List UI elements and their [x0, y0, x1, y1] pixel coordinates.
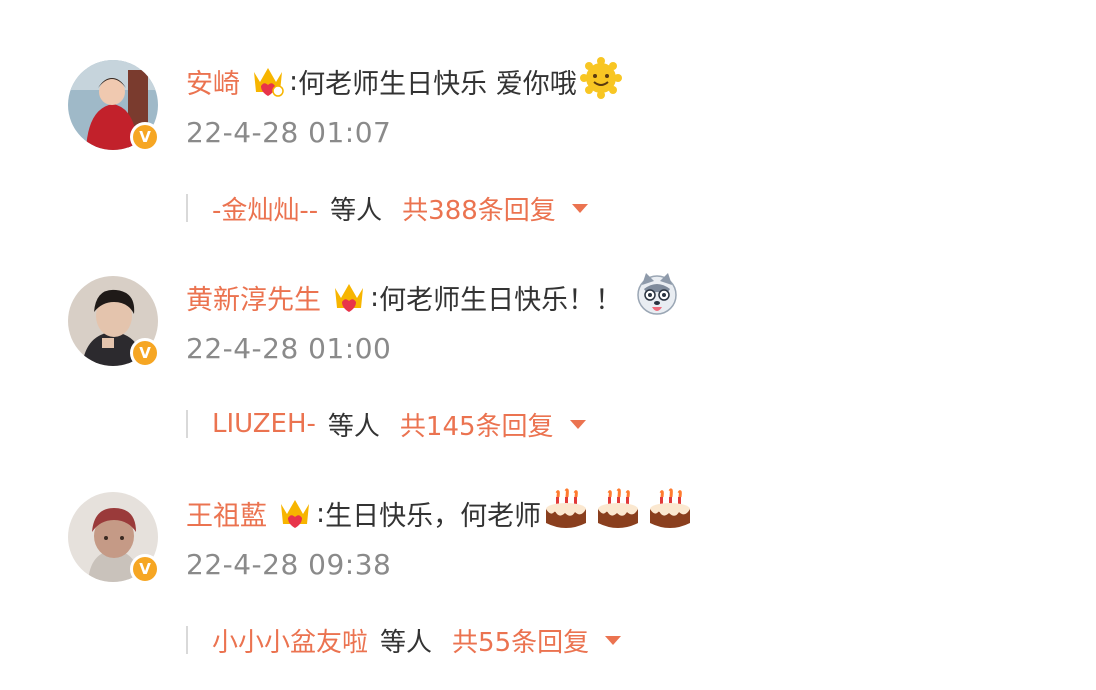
- comment-colon: :: [316, 497, 326, 529]
- reply-divider: [186, 626, 188, 654]
- caret-down-icon[interactable]: [605, 635, 622, 645]
- caret-down-icon[interactable]: [569, 419, 586, 429]
- reply-others-label: 等人: [380, 627, 433, 658]
- avatar[interactable]: V: [68, 60, 160, 152]
- comment-colon: :: [289, 65, 299, 97]
- comment-line: 安崎 : 何老师生日快乐 爱你哦: [186, 56, 623, 107]
- comment-timestamp: 22-4-28 01:07: [186, 116, 392, 149]
- verified-badge-icon: V: [130, 554, 160, 584]
- comment-item: V 安崎 : 何老师生日快乐 爱你哦 22-4-28 01:07 -金灿灿-- …: [0, 0, 1096, 226]
- reply-count-link[interactable]: 共55条回复: [452, 622, 589, 659]
- comment-line: 黄新淳先生 : 何老师生日快乐！！: [186, 272, 680, 320]
- smile-emoji-icon: [579, 56, 623, 107]
- comment-item: V 黄新淳先生 : 何老师生日快乐！！ 22-4-28 01:00 LIUZEH…: [0, 216, 1096, 442]
- reply-summary[interactable]: 小小小盆友啦 等人 共55条回复: [186, 620, 622, 660]
- comment-text: 何老师生日快乐 爱你哦: [298, 68, 577, 100]
- verified-badge-icon: V: [130, 338, 160, 368]
- fan-crown-icon: [329, 278, 369, 316]
- comment-timestamp: 22-4-28 01:00: [186, 332, 392, 365]
- fan-crown-icon: [275, 494, 315, 532]
- comment-timestamp: 22-4-28 09:38: [186, 548, 392, 581]
- verified-badge-icon: V: [130, 122, 160, 152]
- caret-down-icon[interactable]: [571, 203, 588, 213]
- husky-emoji-icon: [634, 271, 680, 324]
- cake-emoji-icon: [595, 487, 641, 540]
- fan-crown-icon: [248, 62, 288, 100]
- comment-line: 王祖藍 : 生日快乐，何老师: [186, 487, 693, 536]
- comment-text: 何老师生日快乐！！: [379, 284, 623, 316]
- avatar[interactable]: V: [68, 276, 160, 368]
- comment-item: V 王祖藍 : 生日快乐，何老师 22-4-28 09:38 小小小盆友啦 等人…: [0, 432, 1096, 658]
- username-link[interactable]: 黄新淳先生: [186, 278, 321, 317]
- cake-emoji-icon: [543, 487, 589, 540]
- comment-text: 生日快乐，何老师: [325, 500, 542, 532]
- comment-colon: :: [370, 281, 380, 313]
- username-link[interactable]: 王祖藍: [186, 494, 267, 533]
- avatar[interactable]: V: [68, 492, 160, 584]
- cake-emoji-icon: [647, 487, 693, 540]
- username-link[interactable]: 安崎: [186, 62, 240, 101]
- reply-user-link[interactable]: 小小小盆友啦: [212, 622, 368, 659]
